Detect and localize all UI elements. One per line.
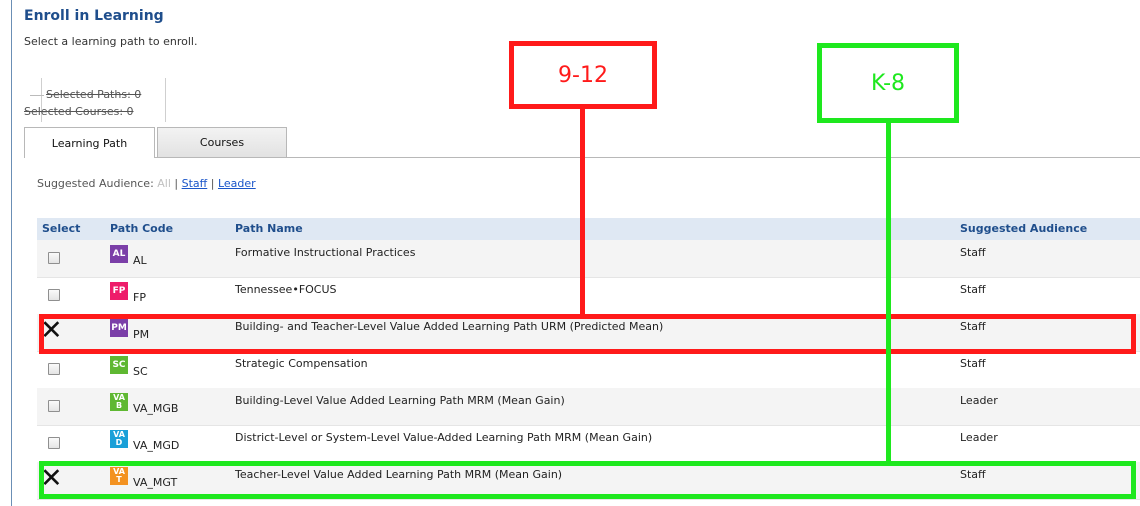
row-checkbox[interactable] bbox=[48, 363, 60, 375]
audience-filter-label: Suggested Audience: bbox=[37, 177, 154, 190]
path-name: District-Level or System-Level Value-Add… bbox=[235, 431, 653, 444]
selected-paths-count: Selected Paths: 0 bbox=[46, 88, 142, 101]
annotation-label-k-8: K-8 bbox=[817, 43, 959, 123]
annotation-label-9-12: 9-12 bbox=[509, 41, 657, 109]
row-checkbox[interactable] bbox=[48, 400, 60, 412]
window-left-border bbox=[11, 0, 12, 506]
audience-filter-all: All bbox=[157, 177, 171, 190]
path-badge-icon: SC bbox=[110, 356, 128, 374]
tab-learning-path[interactable]: Learning Path bbox=[24, 127, 155, 158]
table-row: FP FP Tennessee•FOCUS Staff bbox=[37, 277, 1140, 315]
path-audience: Leader bbox=[960, 394, 998, 407]
path-badge-icon: AL bbox=[110, 245, 128, 263]
table-row: VA B VA_MGB Building-Level Value Added Le… bbox=[37, 388, 1140, 426]
path-code: VA_MGB bbox=[133, 402, 179, 415]
selection-divider bbox=[30, 95, 44, 96]
table-row: AL AL Formative Instructional Practices … bbox=[37, 240, 1140, 278]
header-select[interactable]: Select bbox=[42, 222, 80, 235]
header-suggested-audience[interactable]: Suggested Audience bbox=[960, 222, 1087, 235]
audience-filter-separator: | bbox=[174, 177, 179, 190]
row-checkbox[interactable] bbox=[48, 289, 60, 301]
annotation-highlight-green bbox=[39, 461, 1136, 499]
path-code: FP bbox=[133, 291, 146, 304]
audience-filter-leader-link[interactable]: Leader bbox=[218, 177, 256, 190]
table-row: SC SC Strategic Compensation Staff bbox=[37, 351, 1140, 389]
selected-courses-count: Selected Courses: 0 bbox=[24, 105, 134, 118]
audience-filter-staff-link[interactable]: Staff bbox=[182, 177, 208, 190]
path-name: Building-Level Value Added Learning Path… bbox=[235, 394, 565, 407]
header-path-name[interactable]: Path Name bbox=[235, 222, 303, 235]
row-checkbox[interactable] bbox=[48, 252, 60, 264]
path-badge-icon: FP bbox=[110, 282, 128, 300]
path-badge-icon: VA B bbox=[110, 393, 128, 411]
page-subtitle: Select a learning path to enroll. bbox=[24, 35, 198, 48]
row-checkbox[interactable] bbox=[48, 437, 60, 449]
audience-filter-separator: | bbox=[210, 177, 215, 190]
annotation-connector-green bbox=[886, 123, 891, 463]
path-audience: Staff bbox=[960, 246, 986, 259]
page-title: Enroll in Learning bbox=[24, 8, 164, 24]
table-row: VA D VA_MGD District-Level or System-Leve… bbox=[37, 425, 1140, 463]
header-path-code[interactable]: Path Code bbox=[110, 222, 173, 235]
annotation-highlight-red bbox=[39, 314, 1136, 354]
path-name: Tennessee•FOCUS bbox=[235, 283, 337, 296]
annotation-connector-red bbox=[580, 109, 585, 317]
audience-filter: Suggested Audience: All | Staff | Leader bbox=[37, 177, 256, 190]
tab-courses[interactable]: Courses bbox=[157, 127, 287, 158]
path-name: Formative Instructional Practices bbox=[235, 246, 416, 259]
path-code: SC bbox=[133, 365, 148, 378]
path-badge-icon: VA D bbox=[110, 430, 128, 448]
path-audience: Staff bbox=[960, 283, 986, 296]
tab-bar-line bbox=[155, 157, 1140, 158]
table-header: Select Path Code Path Name Suggested Aud… bbox=[37, 218, 1140, 240]
path-code: AL bbox=[133, 254, 147, 267]
path-audience: Staff bbox=[960, 357, 986, 370]
path-audience: Leader bbox=[960, 431, 998, 444]
path-name: Strategic Compensation bbox=[235, 357, 368, 370]
path-code: VA_MGD bbox=[133, 439, 180, 452]
